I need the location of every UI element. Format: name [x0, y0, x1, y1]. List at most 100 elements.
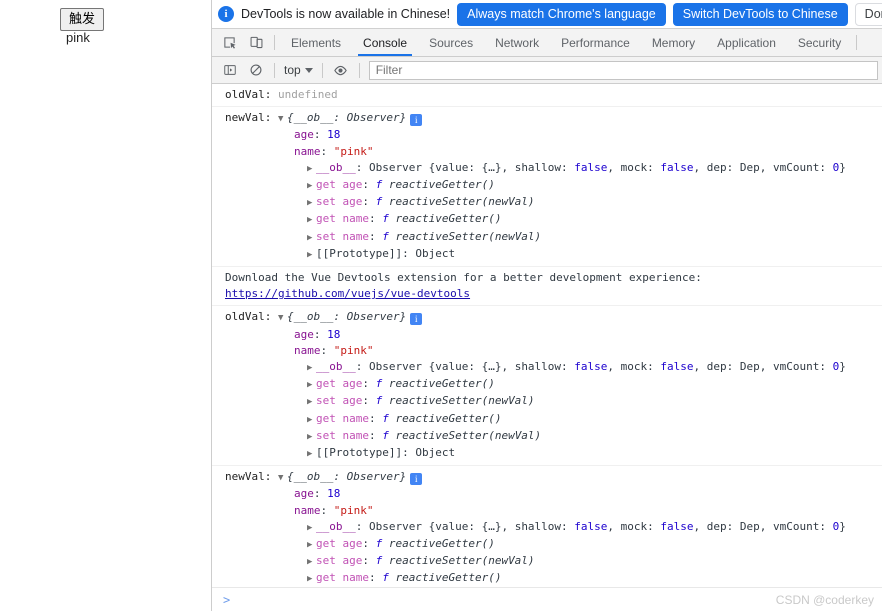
tab-console[interactable]: Console: [352, 29, 418, 56]
console-message[interactable]: oldVal: undefined: [212, 84, 882, 108]
collapse-triangle-icon[interactable]: ▼: [278, 470, 287, 486]
console-toolbar: top: [212, 57, 882, 84]
console-token: , mock:: [607, 519, 661, 533]
tab-label: Performance: [561, 35, 630, 50]
console-token: set age: [316, 195, 363, 209]
console-line: ▶ __ob__: Observer {value: {…}, shallow: …: [212, 359, 882, 376]
tab-elements[interactable]: Elements: [280, 29, 352, 56]
expand-triangle-icon[interactable]: ▶: [307, 230, 316, 246]
console-message[interactable]: oldVal: ▼ {__ob__: Observer} i age: 18 name:…: [212, 306, 882, 467]
console-token: }: [839, 160, 846, 174]
live-expression-eye-icon[interactable]: [328, 59, 354, 81]
switch-to-chinese-button[interactable]: Switch DevTools to Chinese: [672, 2, 848, 26]
console-line: oldVal: ▼ {__ob__: Observer} i: [212, 309, 882, 326]
dont-show-again-button[interactable]: Don't show again: [854, 2, 882, 26]
expand-triangle-icon[interactable]: ▶: [307, 377, 316, 393]
tab-label: Application: [717, 35, 776, 50]
info-badge-icon[interactable]: i: [410, 313, 423, 326]
expand-triangle-icon[interactable]: ▶: [307, 429, 316, 445]
tab-network[interactable]: Network: [484, 29, 550, 56]
info-badge-icon[interactable]: i: [410, 473, 423, 486]
console-line: ▶ [[Prototype]]: Object: [212, 445, 882, 462]
console-token: oldVal:: [225, 88, 278, 101]
console-token: :: [368, 571, 383, 585]
console-link[interactable]: https://github.com/vuejs/vue-devtools: [225, 287, 470, 300]
console-message[interactable]: newVal: ▼ {__ob__: Observer} i age: 18 name:…: [212, 466, 882, 587]
console-token: :: [368, 428, 383, 442]
chevron-down-icon: [304, 67, 313, 73]
console-token: reactiveSetter(newVal): [382, 394, 535, 408]
console-token: {__ob__: Observer}: [286, 111, 407, 125]
console-prompt-row[interactable]: >: [212, 587, 882, 611]
tab-application[interactable]: Application: [706, 29, 787, 56]
console-token: :: [320, 343, 334, 357]
console-line: ▶ get age: f reactiveGetter(): [212, 376, 882, 393]
console-token: undefined: [277, 88, 338, 101]
console-token: f: [382, 428, 389, 442]
console-token: get name: [316, 411, 369, 425]
console-token: [[Prototype]]: Object: [316, 246, 456, 260]
expand-triangle-icon[interactable]: ▶: [307, 554, 316, 570]
console-token: Download the Vue Devtools extension for …: [225, 271, 702, 285]
console-line: age: 18: [212, 127, 882, 143]
tab-performance[interactable]: Performance: [550, 29, 641, 56]
tabbar-divider-end: [856, 35, 858, 50]
console-filter-input[interactable]: [368, 60, 878, 80]
info-badge-icon[interactable]: i: [410, 114, 423, 127]
expand-triangle-icon[interactable]: ▶: [307, 537, 316, 553]
console-token: :: [320, 503, 334, 517]
tab-label: Security: [797, 35, 842, 50]
device-toolbar-icon[interactable]: [243, 29, 270, 56]
expand-triangle-icon[interactable]: ▶: [307, 360, 316, 376]
console-token: oldVal:: [225, 310, 278, 324]
expand-triangle-icon[interactable]: ▶: [307, 520, 316, 536]
console-token: reactiveGetter(): [382, 537, 495, 551]
notification-message: DevTools is now available in Chinese!: [241, 7, 451, 21]
expand-triangle-icon[interactable]: ▶: [307, 412, 316, 428]
console-token: :: [313, 487, 328, 501]
console-token: age: [294, 487, 314, 501]
tab-memory[interactable]: Memory: [641, 29, 706, 56]
console-message[interactable]: newVal: ▼ {__ob__: Observer} i age: 18 name:…: [212, 107, 882, 268]
console-line: ▶ get age: f reactiveGetter(): [212, 177, 882, 194]
tab-label: Sources: [429, 35, 474, 50]
console-token: f: [382, 411, 389, 425]
collapse-triangle-icon[interactable]: ▼: [278, 111, 287, 127]
trigger-button[interactable]: 触发: [60, 8, 105, 31]
collapse-triangle-icon[interactable]: ▼: [278, 310, 287, 326]
console-token: age: [294, 327, 314, 341]
expand-triangle-icon[interactable]: ▶: [307, 195, 316, 211]
console-token: :: [320, 144, 334, 158]
console-line: ▶ __ob__: Observer {value: {…}, shallow: …: [212, 519, 882, 536]
show-console-sidebar-icon[interactable]: [217, 59, 243, 81]
console-token: :: [362, 537, 376, 551]
expand-triangle-icon[interactable]: ▶: [307, 178, 316, 194]
console-message[interactable]: Download the Vue Devtools extension for …: [212, 267, 882, 307]
console-line: ▶ __ob__: Observer {value: {…}, shallow: …: [212, 160, 882, 177]
console-token: age: [294, 128, 314, 142]
console-message-list[interactable]: oldVal: undefined newVal: ▼ {__ob__: Obser…: [212, 84, 882, 587]
tab-sources[interactable]: Sources: [418, 29, 484, 56]
execution-context-select[interactable]: top: [280, 63, 317, 77]
expand-triangle-icon[interactable]: ▶: [307, 247, 316, 263]
clear-console-icon[interactable]: [243, 59, 269, 81]
toolbar-divider-1: [274, 62, 275, 78]
expand-triangle-icon[interactable]: ▶: [307, 446, 316, 462]
expand-triangle-icon[interactable]: ▶: [307, 571, 316, 587]
console-token: __ob__: [316, 360, 356, 374]
expand-triangle-icon[interactable]: ▶: [307, 161, 316, 177]
always-match-language-button[interactable]: Always match Chrome's language: [457, 2, 666, 26]
console-line: name: "pink": [212, 144, 882, 160]
execution-context-label: top: [284, 63, 301, 77]
expand-triangle-icon[interactable]: ▶: [307, 212, 316, 228]
console-token: false: [574, 360, 608, 374]
console-token: f: [382, 571, 389, 585]
console-token: get name: [316, 212, 369, 226]
expand-triangle-icon[interactable]: ▶: [307, 394, 316, 410]
inspect-element-icon[interactable]: [216, 29, 243, 56]
tab-security[interactable]: Security: [787, 29, 852, 56]
console-token: :: [313, 128, 328, 142]
devtools-tabbar: Elements Console Sources Network Perform…: [212, 29, 882, 57]
console-token: newVal:: [225, 470, 278, 484]
console-token: :: [362, 178, 376, 192]
